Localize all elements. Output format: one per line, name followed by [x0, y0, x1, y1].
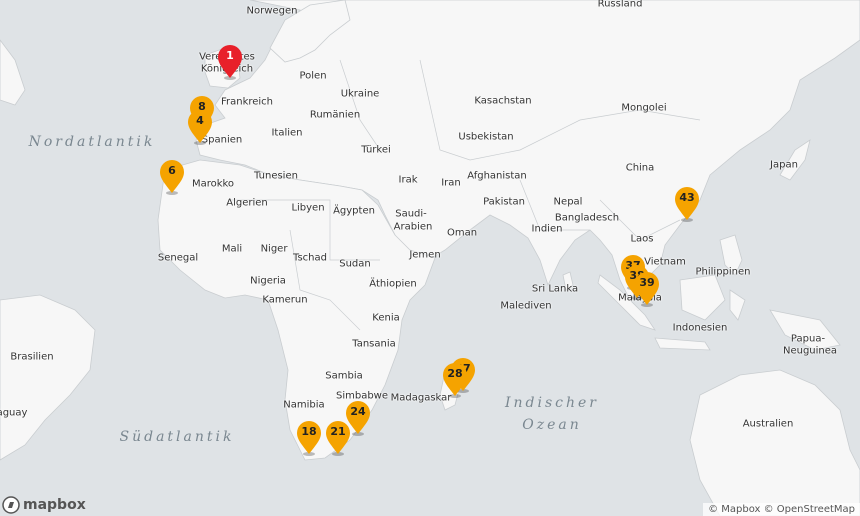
country-label-russland: Russland	[597, 0, 643, 10]
ocean-label-indischer1: Indischer	[504, 395, 600, 411]
country-label-bangladesch: Bangladesch	[554, 212, 620, 224]
country-label-papua2: Neuguinea	[782, 345, 838, 357]
country-label-philippinen: Philippinen	[695, 266, 751, 278]
map-marker-39[interactable]: 39	[633, 271, 661, 307]
country-label-paraguay: aguay	[0, 407, 28, 419]
country-label-japan: Japan	[770, 159, 798, 171]
country-label-libyen: Libyen	[291, 202, 325, 214]
country-label-algerien: Algerien	[226, 197, 268, 209]
country-label-usbekistan: Usbekistan	[458, 131, 514, 143]
country-label-tansania: Tansania	[352, 338, 396, 350]
country-label-frankreich: Frankreich	[220, 96, 274, 108]
country-label-laos: Laos	[630, 233, 654, 245]
country-label-papua1: Papua-	[790, 333, 826, 345]
mapbox-logo-text: mapbox	[23, 497, 86, 513]
country-label-polen: Polen	[299, 70, 327, 82]
marker-label: 24	[350, 405, 366, 418]
country-label-sambia: Sambia	[325, 370, 363, 382]
country-label-srilanka: Sri Lanka	[531, 283, 579, 295]
country-label-tunesien: Tunesien	[254, 170, 298, 182]
country-label-kasachstan: Kasachstan	[474, 95, 532, 107]
country-label-rumaenien: Rumänien	[309, 109, 361, 121]
map-marker-6[interactable]: 6	[158, 159, 186, 195]
country-label-china: China	[625, 162, 655, 174]
map-attribution[interactable]: © Mapbox © OpenStreetMap	[703, 503, 860, 516]
country-label-nepal: Nepal	[553, 196, 583, 208]
marker-label: 39	[639, 276, 655, 289]
country-label-saudi2: Arabien	[393, 221, 433, 233]
ocean-label-suedatlantik: Südatlantik	[119, 429, 235, 445]
marker-label: 1	[226, 49, 234, 62]
map-marker-28[interactable]: 28	[441, 362, 469, 398]
country-label-namibia: Namibia	[283, 399, 325, 411]
country-label-brasilien: Brasilien	[10, 351, 54, 363]
map-marker-4[interactable]: 4	[186, 109, 214, 145]
marker-label: 28	[447, 367, 463, 380]
country-label-pakistan: Pakistan	[483, 196, 525, 208]
country-label-aethiopien: Äthiopien	[369, 278, 417, 290]
country-label-saudi1: Saudi-	[395, 208, 427, 220]
country-label-kamerun: Kamerun	[262, 294, 308, 306]
mapbox-logo-icon	[2, 496, 20, 514]
marker-label: 21	[330, 425, 346, 438]
map-marker-21[interactable]: 21	[324, 420, 352, 456]
country-label-nigeria: Nigeria	[250, 275, 286, 287]
marker-label: 6	[168, 164, 176, 177]
map-marker-18[interactable]: 18	[295, 420, 323, 456]
country-label-italien: Italien	[271, 127, 303, 139]
marker-label: 4	[196, 114, 204, 127]
country-label-mali: Mali	[221, 243, 243, 255]
map-marker-43[interactable]: 43	[673, 186, 701, 222]
mapbox-logo[interactable]: mapbox	[2, 496, 86, 514]
marker-label: 18	[301, 425, 317, 438]
country-label-afghanistan: Afghanistan	[467, 170, 527, 182]
country-label-iran: Iran	[441, 177, 461, 189]
country-label-australien: Australien	[742, 418, 794, 430]
country-label-aegypten: Ägypten	[333, 205, 375, 217]
marker-label: 43	[679, 191, 695, 204]
country-label-jemen: Jemen	[409, 249, 441, 261]
country-label-indonesien: Indonesien	[672, 322, 728, 334]
country-label-malediven: Malediven	[500, 300, 552, 312]
map-marker-1[interactable]: 1	[216, 44, 244, 80]
country-label-norwegen: Norwegen	[246, 5, 298, 17]
country-label-marokko: Marokko	[191, 178, 235, 190]
country-label-sudan: Sudan	[339, 258, 371, 270]
country-label-indien: Indien	[531, 223, 563, 235]
country-label-senegal: Senegal	[157, 252, 199, 264]
ocean-label-nordatlantik: Nordatlantik	[28, 134, 156, 150]
country-label-niger: Niger	[260, 243, 288, 255]
country-label-tschad: Tschad	[293, 252, 327, 264]
country-label-oman: Oman	[446, 227, 478, 239]
country-label-kenia: Kenia	[372, 312, 400, 324]
country-label-ukraine: Ukraine	[340, 88, 380, 100]
ocean-label-indischer2: Ozean	[522, 417, 582, 433]
country-label-irak: Irak	[398, 174, 418, 186]
country-label-tuerkei: Türkei	[361, 144, 391, 156]
country-label-mongolei: Mongolei	[621, 102, 667, 114]
